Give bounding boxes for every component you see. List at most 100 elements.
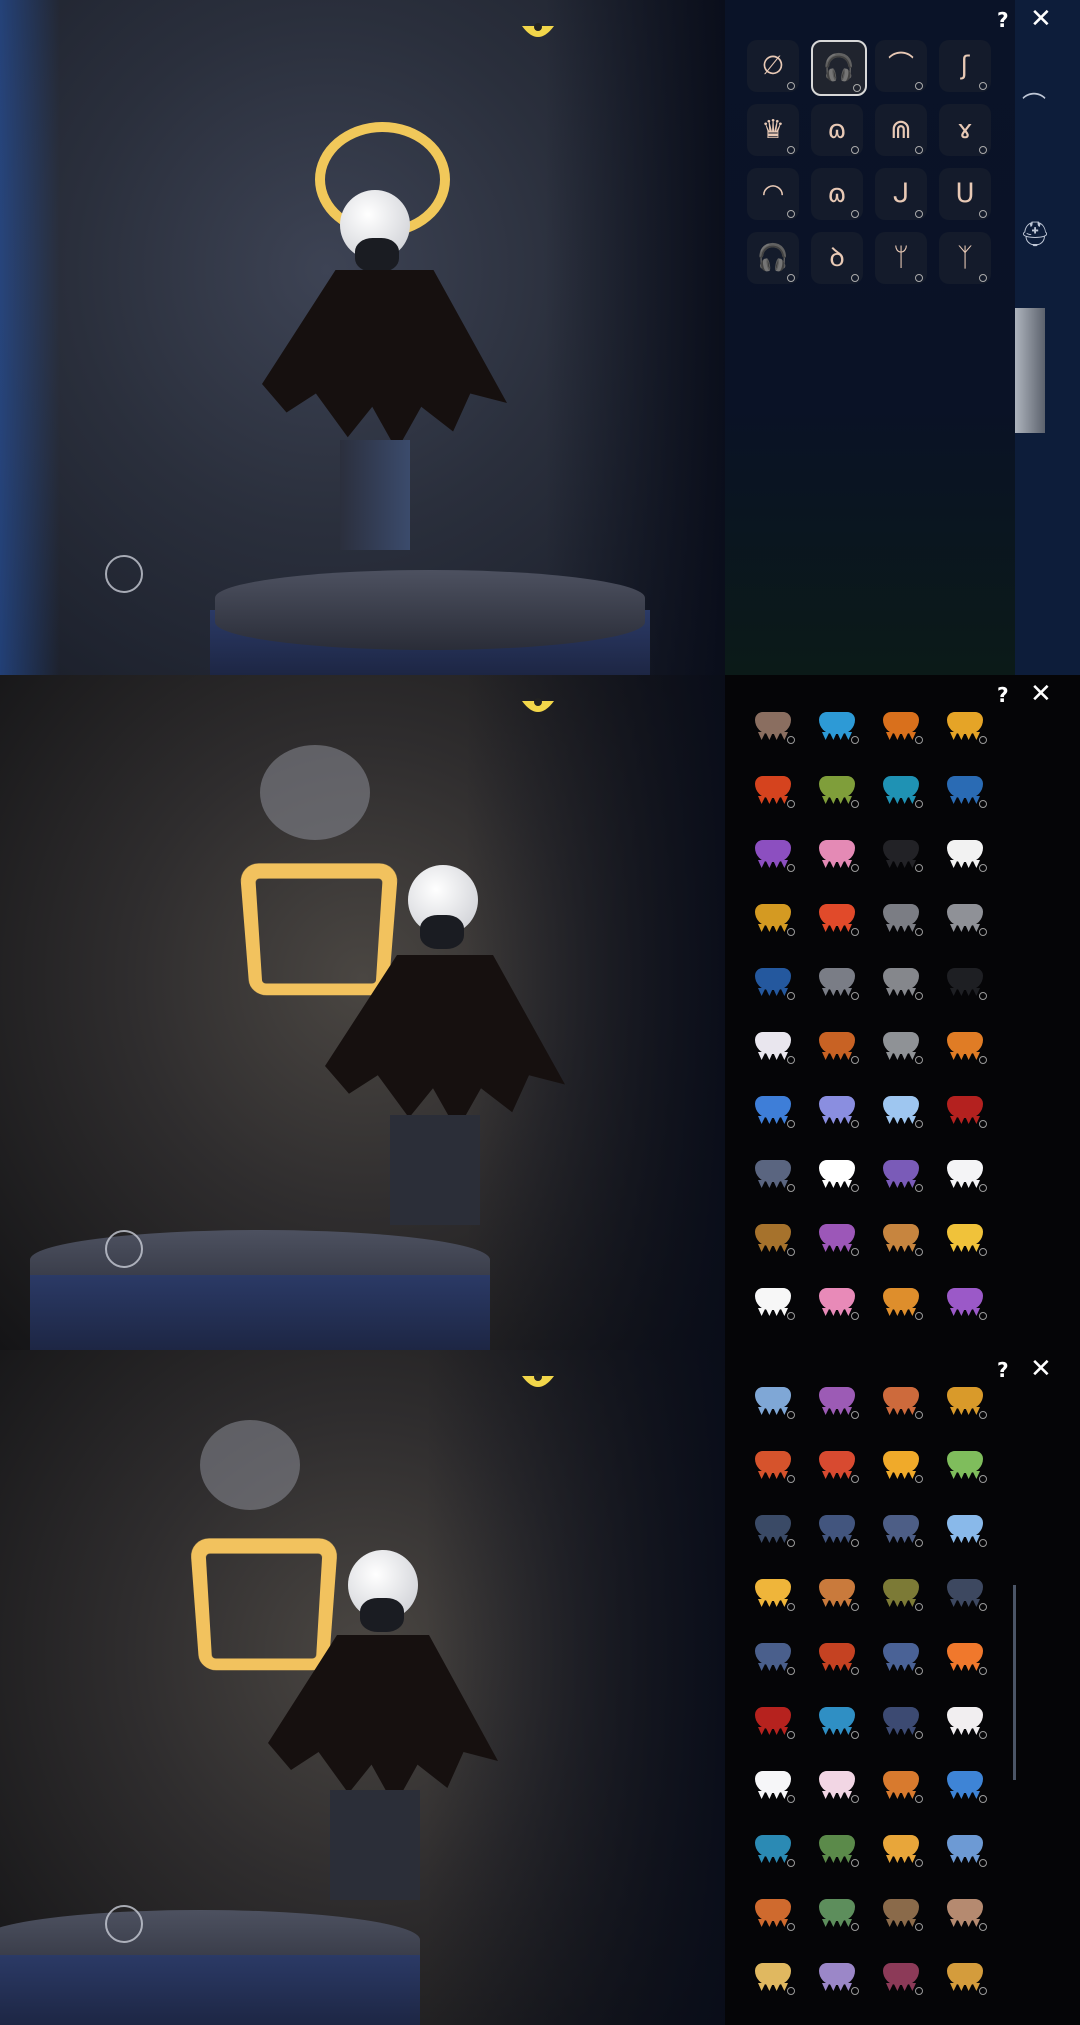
cape-slot[interactable] [807,828,867,878]
record-button[interactable] [105,1905,143,1943]
cape-slot[interactable] [871,1375,931,1425]
accessory-slot[interactable]: ∅ [747,40,799,92]
cape-slot[interactable] [935,1567,995,1617]
help-button[interactable]: ? [997,1358,1009,1382]
cape-slot[interactable] [871,700,931,750]
cape-slot[interactable] [807,956,867,1006]
cape-slot[interactable] [935,1375,995,1425]
cape-slot[interactable] [935,1439,995,1489]
accessory-slot[interactable]: ᛉ [939,232,991,284]
cape-slot[interactable] [807,700,867,750]
cape-slot[interactable] [807,1439,867,1489]
scrollbar[interactable] [1013,1585,1016,1780]
cape-slot[interactable] [935,1212,995,1262]
fan-icon[interactable] [520,22,556,44]
cape-slot[interactable] [807,892,867,942]
cape-slot[interactable] [743,1503,803,1553]
fan-icon[interactable] [520,697,556,719]
cape-slot[interactable] [807,1951,867,2001]
cape-slot[interactable] [807,1148,867,1198]
cape-slot[interactable] [743,1759,803,1809]
cape-slot[interactable] [935,1631,995,1681]
accessory-slot[interactable]: 🎧 [747,232,799,284]
cape-slot[interactable] [743,1887,803,1937]
cape-slot[interactable] [743,1148,803,1198]
cape-slot[interactable] [935,1276,995,1326]
cape-slot[interactable] [743,1276,803,1326]
cape-slot[interactable] [935,1503,995,1553]
cape-slot[interactable] [807,1020,867,1070]
cape-slot[interactable] [935,1695,995,1745]
record-button[interactable] [105,555,143,593]
cape-slot[interactable] [935,1887,995,1937]
cape-slot[interactable] [871,1887,931,1937]
record-button[interactable] [105,1230,143,1268]
cape-slot[interactable] [935,1148,995,1198]
cape-slot[interactable] [935,828,995,878]
cape-slot[interactable] [743,1567,803,1617]
accessory-slot[interactable]: ɤ [939,104,991,156]
accessory-slot[interactable]: ⌒ [875,40,927,92]
cape-slot[interactable] [935,892,995,942]
cape-slot[interactable] [871,892,931,942]
cape-slot[interactable] [935,1084,995,1134]
close-button[interactable]: ✕ [1030,679,1052,709]
cape-slot[interactable] [871,764,931,814]
cape-slot[interactable] [807,1759,867,1809]
accessory-slot[interactable]: ɷ [811,104,863,156]
cape-slot[interactable] [935,1020,995,1070]
cape-slot[interactable] [871,1695,931,1745]
cape-slot[interactable] [743,892,803,942]
accessory-slot[interactable]: ᒍ [875,168,927,220]
cape-slot[interactable] [807,1887,867,1937]
close-button[interactable]: ✕ [1030,4,1052,34]
hat-icon[interactable]: ⛑ [1020,220,1050,248]
accessory-slot[interactable]: ꝺ [811,232,863,284]
cape-slot[interactable] [871,1276,931,1326]
cape-slot[interactable] [935,1759,995,1809]
hair-icon[interactable]: ⌒ [1022,85,1046,120]
cape-slot[interactable] [871,1567,931,1617]
cape-slot[interactable] [743,1084,803,1134]
accessory-slot[interactable]: ♛ [747,104,799,156]
cape-slot[interactable] [743,828,803,878]
cape-slot[interactable] [743,1375,803,1425]
cape-slot[interactable] [935,956,995,1006]
cape-slot[interactable] [871,1084,931,1134]
cape-slot[interactable] [807,1823,867,1873]
cape-slot[interactable] [871,828,931,878]
accessory-slot[interactable]: ◠ [747,168,799,220]
cape-slot[interactable] [871,1439,931,1489]
close-button[interactable]: ✕ [1030,1354,1052,1384]
cape-slot[interactable] [871,1759,931,1809]
cape-slot[interactable] [807,1695,867,1745]
cape-slot[interactable] [743,1020,803,1070]
cape-slot[interactable] [743,1695,803,1745]
cape-slot[interactable] [807,764,867,814]
cape-slot[interactable] [935,1823,995,1873]
cape-slot[interactable] [807,1084,867,1134]
cape-slot[interactable] [743,1212,803,1262]
cape-slot[interactable] [935,700,995,750]
cape-slot[interactable] [807,1567,867,1617]
help-button[interactable]: ? [997,683,1009,707]
cape-slot[interactable] [871,1503,931,1553]
cape-slot[interactable] [743,764,803,814]
cape-slot[interactable] [871,956,931,1006]
cape-slot[interactable] [871,1148,931,1198]
accessory-slot[interactable]: 🎧 [811,40,867,96]
cape-slot[interactable] [871,1823,931,1873]
cape-slot[interactable] [807,1503,867,1553]
cape-slot[interactable] [871,1212,931,1262]
accessory-slot[interactable]: ɷ [811,168,863,220]
cape-slot[interactable] [871,1020,931,1070]
cape-slot[interactable] [935,764,995,814]
cape-slot[interactable] [743,700,803,750]
accessory-slot[interactable]: ⋒ [875,104,927,156]
cape-slot[interactable] [807,1276,867,1326]
cape-slot[interactable] [807,1631,867,1681]
cape-slot[interactable] [743,1951,803,2001]
accessory-tab[interactable] [1015,308,1045,433]
cape-slot[interactable] [935,1951,995,2001]
cape-slot[interactable] [871,1951,931,2001]
